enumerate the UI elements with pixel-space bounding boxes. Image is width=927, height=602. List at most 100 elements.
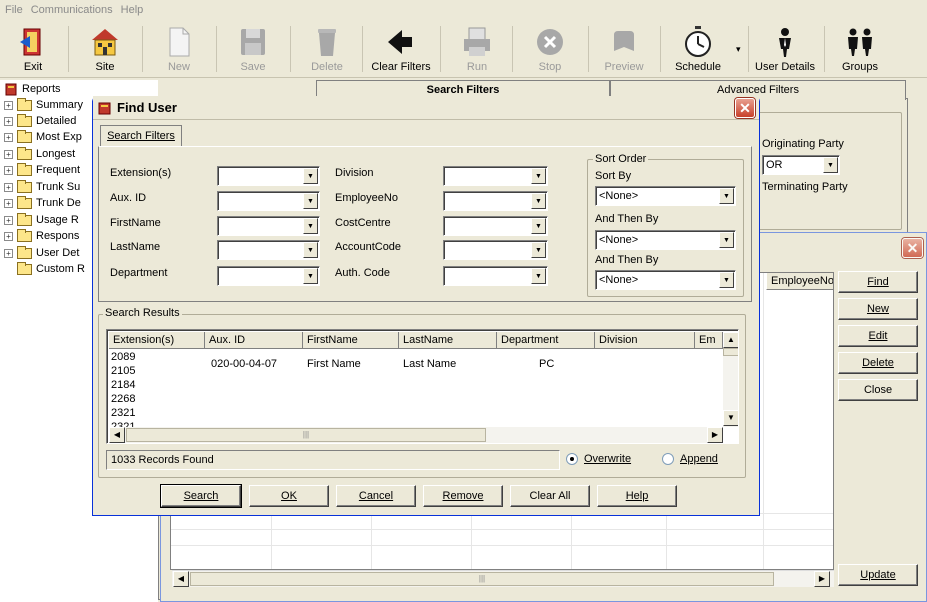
results-list[interactable]: Extension(s) Aux. ID FirstName LastName …: [106, 329, 739, 444]
scroll-left-icon[interactable]: ◀: [173, 571, 189, 587]
append-radio[interactable]: Append: [662, 453, 718, 465]
tree-item[interactable]: + Summary: [4, 97, 83, 113]
find-button[interactable]: Find: [838, 271, 918, 293]
search-button[interactable]: Search: [160, 484, 242, 508]
scroll-left-icon[interactable]: ◀: [109, 427, 125, 443]
or-select[interactable]: OR ▼: [762, 155, 840, 175]
preview-button[interactable]: Preview: [598, 23, 650, 75]
firstname-label: FirstName: [110, 217, 161, 229]
close-icon[interactable]: ✕: [735, 98, 755, 118]
folder-icon: [17, 228, 32, 242]
scroll-right-icon[interactable]: ▶: [814, 571, 830, 587]
tree-item[interactable]: + Frequent: [4, 162, 80, 178]
new-user-button[interactable]: New: [838, 298, 918, 320]
ok-button[interactable]: OK: [249, 485, 329, 507]
sort-by-select[interactable]: <None> ▼: [595, 186, 736, 206]
horizontal-scrollbar[interactable]: ◀ ||| ▶: [172, 570, 834, 587]
stop-button[interactable]: Stop: [524, 23, 576, 75]
toolbar: Exit Site New Save Delete Clear Filters …: [0, 20, 927, 78]
chevron-down-icon: ▼: [531, 218, 546, 234]
employee-no-combo[interactable]: ▼: [443, 191, 548, 211]
aux-id-combo[interactable]: ▼: [217, 191, 320, 211]
cancel-button[interactable]: Cancel: [336, 485, 416, 507]
tree-item[interactable]: + Trunk Su: [4, 179, 80, 195]
employee-no-label: EmployeeNo: [335, 192, 398, 204]
menu-communications[interactable]: Communications: [31, 4, 113, 16]
extension-combo[interactable]: ▼: [217, 166, 320, 186]
site-building-icon: [92, 29, 118, 56]
clear-all-button[interactable]: Clear All: [510, 485, 590, 507]
horizontal-scrollbar[interactable]: ◀ ||| ▶: [109, 427, 723, 443]
then-by-select-2[interactable]: <None> ▼: [595, 270, 736, 290]
clear-filters-arrow-icon: [388, 30, 412, 54]
tree-item[interactable]: + Detailed: [4, 113, 76, 129]
chevron-down-icon: ▼: [303, 193, 318, 209]
extension-label: Extension(s): [110, 167, 172, 179]
auth-code-combo[interactable]: ▼: [443, 266, 548, 286]
edit-button[interactable]: Edit: [838, 325, 918, 347]
update-button[interactable]: Update: [838, 564, 918, 586]
chevron-down-icon: ▼: [531, 193, 546, 209]
delete-button[interactable]: Delete: [302, 23, 352, 75]
overwrite-radio[interactable]: Overwrite: [566, 453, 631, 465]
delete-user-button[interactable]: Delete: [838, 352, 918, 374]
scroll-up-icon[interactable]: ▲: [723, 332, 738, 348]
firstname-combo[interactable]: ▼: [217, 216, 320, 236]
close-icon[interactable]: ✕: [902, 238, 923, 258]
groups-button[interactable]: Groups: [834, 23, 886, 75]
tree-item[interactable]: Custom R: [17, 261, 85, 277]
scroll-right-icon[interactable]: ▶: [707, 427, 723, 443]
terminating-party-label: Terminating Party: [762, 181, 848, 193]
vertical-scrollbar[interactable]: ▲ ▼: [723, 332, 738, 427]
chevron-down-icon: ▼: [719, 272, 734, 288]
new-button[interactable]: New: [154, 23, 204, 75]
chevron-down-icon: ▼: [303, 268, 318, 284]
col-department[interactable]: Department: [497, 332, 595, 349]
chevron-down-icon: ▼: [823, 157, 838, 173]
schedule-dropdown-icon[interactable]: ▾: [736, 44, 741, 55]
new-document-icon: [169, 27, 190, 57]
run-button[interactable]: Run: [452, 23, 502, 75]
help-button[interactable]: Help: [597, 485, 677, 507]
originating-party-label: Originating Party: [762, 138, 844, 150]
menu-bar: File Communications Help: [0, 0, 927, 20]
tree-root-reports[interactable]: Reports: [4, 81, 61, 97]
tree-item[interactable]: + Trunk De: [4, 195, 81, 211]
col-em[interactable]: Em: [695, 332, 723, 349]
menu-help[interactable]: Help: [121, 4, 144, 16]
schedule-button[interactable]: Schedule: [670, 23, 726, 75]
clear-filters-button[interactable]: Clear Filters: [370, 23, 432, 75]
col-extension[interactable]: Extension(s): [109, 332, 205, 349]
scroll-down-icon[interactable]: ▼: [723, 410, 738, 426]
folder-icon: [17, 113, 32, 127]
col-aux-id[interactable]: Aux. ID: [205, 332, 303, 349]
tree-item[interactable]: + User Det: [4, 245, 79, 261]
account-code-combo[interactable]: ▼: [443, 240, 548, 260]
folder-icon: [17, 212, 32, 226]
cost-centre-combo[interactable]: ▼: [443, 216, 548, 236]
folder-icon: [17, 97, 32, 111]
tree-item[interactable]: + Most Exp: [4, 129, 82, 145]
exit-button[interactable]: Exit: [8, 23, 58, 75]
close-button[interactable]: Close: [838, 379, 918, 401]
col-lastname[interactable]: LastName: [399, 332, 497, 349]
employee-no-column[interactable]: EmployeeNo: [766, 273, 834, 290]
site-button[interactable]: Site: [80, 23, 130, 75]
tree-item[interactable]: + Longest: [4, 146, 75, 162]
user-details-button[interactable]: User Details: [752, 23, 818, 75]
col-division[interactable]: Division: [595, 332, 695, 349]
col-firstname[interactable]: FirstName: [303, 332, 399, 349]
then-by-label-2: And Then By: [595, 254, 659, 266]
division-combo[interactable]: ▼: [443, 166, 548, 186]
department-combo[interactable]: ▼: [217, 266, 320, 286]
department-label: Department: [110, 267, 168, 279]
menu-file[interactable]: File: [5, 4, 23, 16]
tree-item[interactable]: + Respons: [4, 228, 79, 244]
tree-item[interactable]: + Usage R: [4, 212, 79, 228]
delete-trash-icon: [318, 29, 336, 56]
lastname-combo[interactable]: ▼: [217, 240, 320, 260]
then-by-select-1[interactable]: <None> ▼: [595, 230, 736, 250]
tab-search-filters[interactable]: Search Filters: [100, 125, 182, 147]
save-button[interactable]: Save: [228, 23, 278, 75]
remove-button[interactable]: Remove: [423, 485, 503, 507]
